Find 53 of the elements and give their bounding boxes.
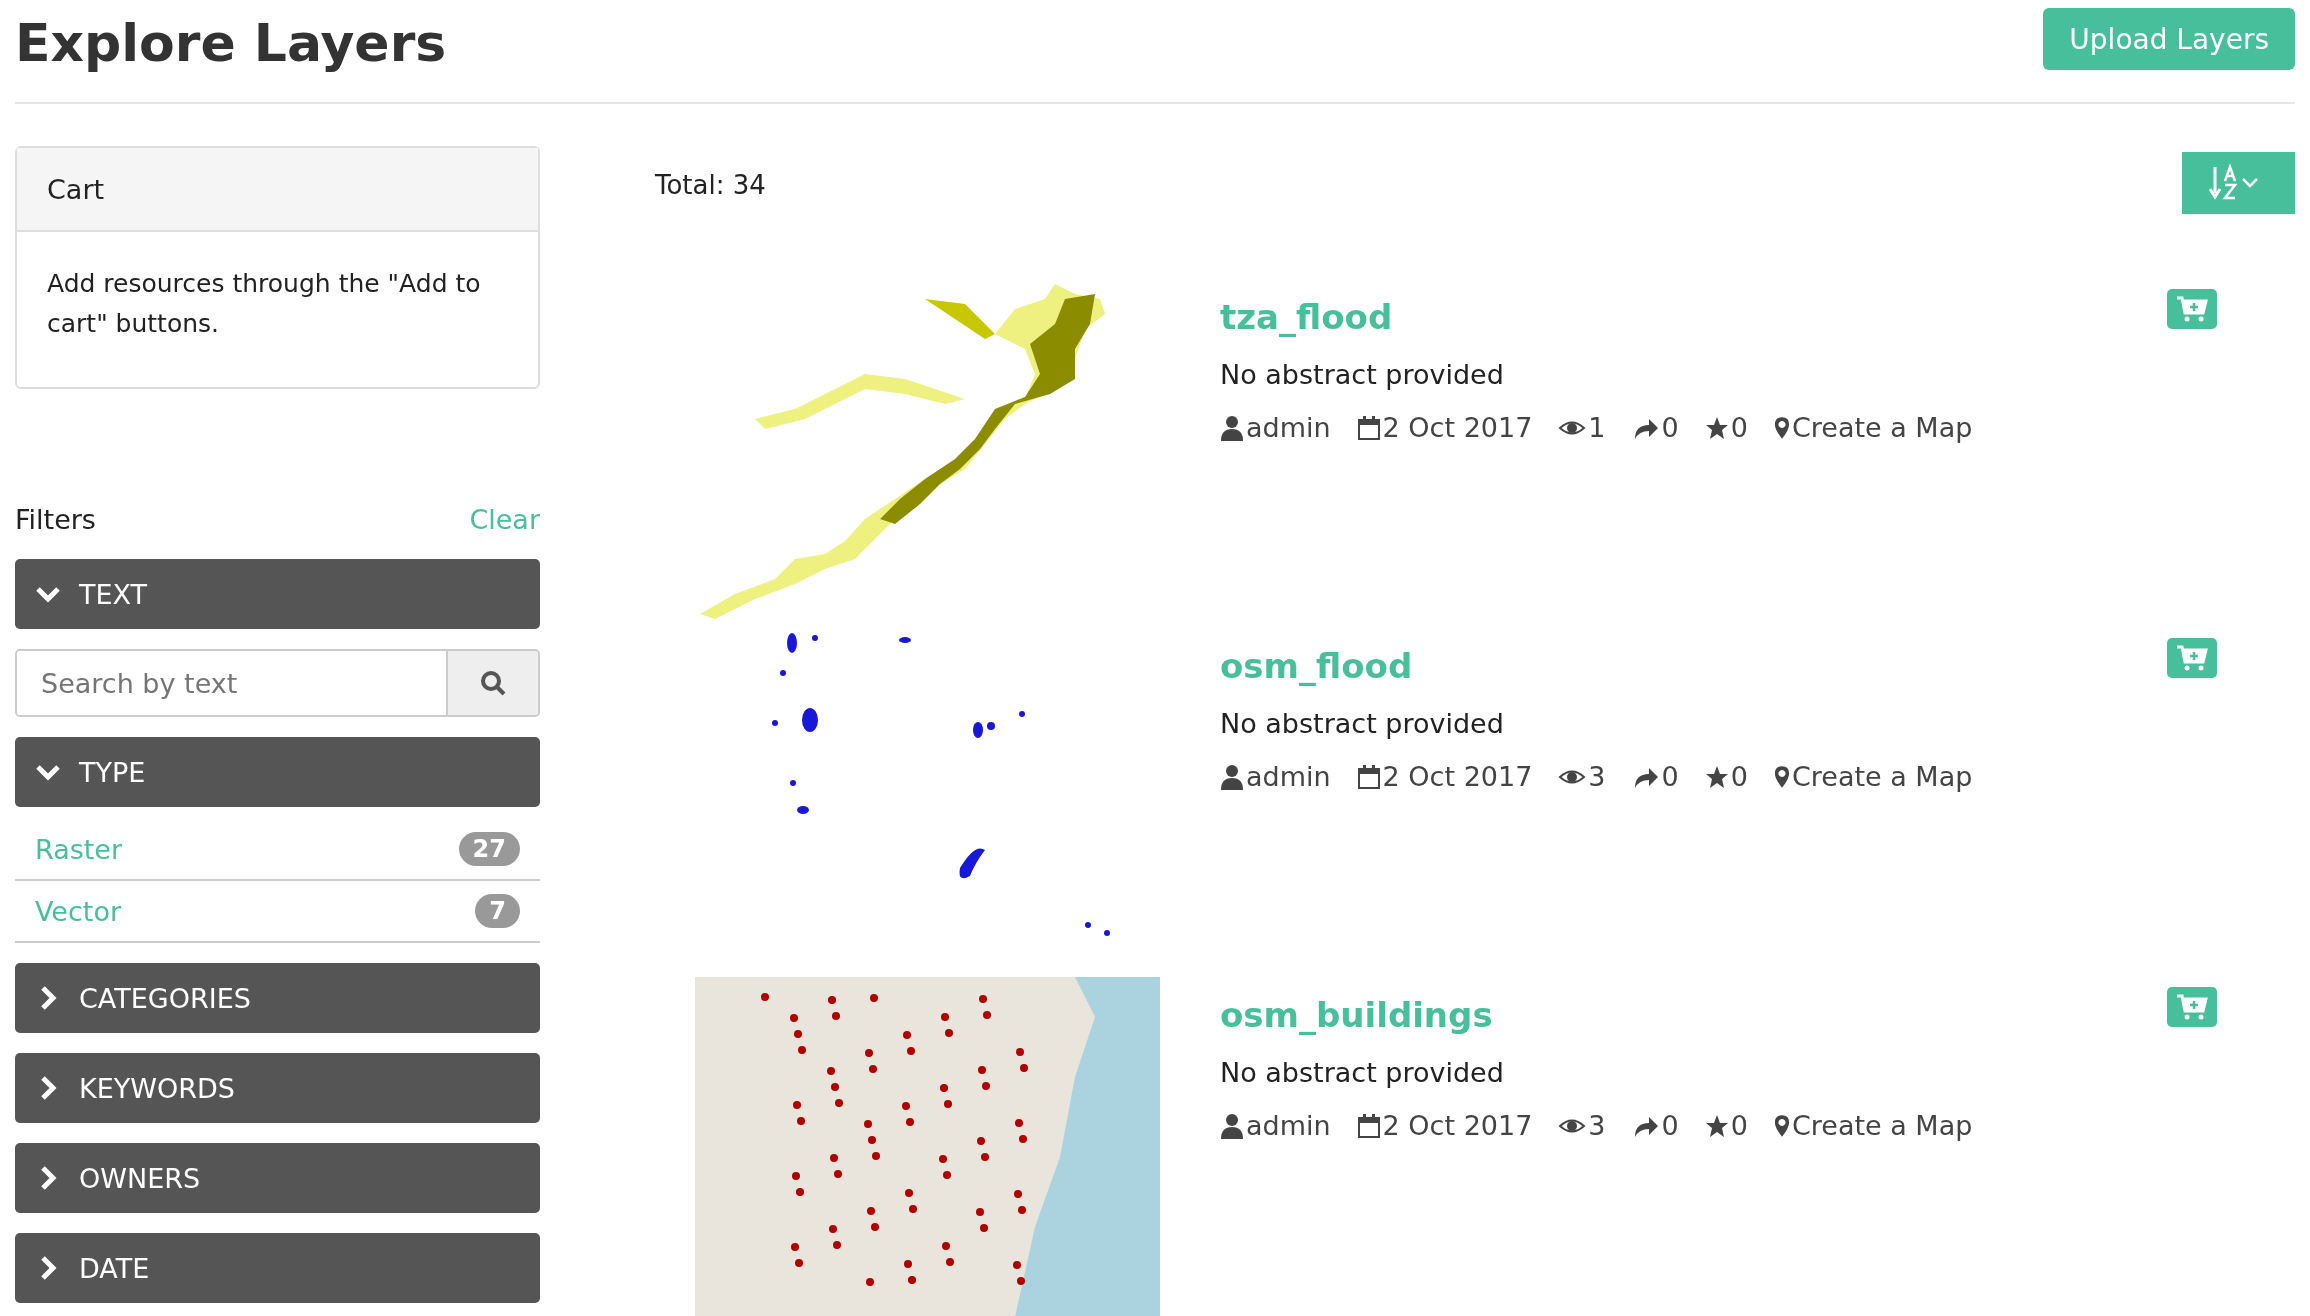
- share-count: 0: [1661, 1110, 1679, 1141]
- cart-title: Cart: [47, 173, 105, 205]
- view-count: 3: [1588, 761, 1606, 792]
- rating-count: 0: [1730, 761, 1748, 792]
- calendar-icon: [1356, 1112, 1381, 1139]
- cart-plus-icon: [2176, 644, 2208, 672]
- layer-abstract: No abstract provided: [1220, 708, 1505, 739]
- create-map-link[interactable]: Create a Map: [1791, 761, 1973, 792]
- share-count: 0: [1661, 761, 1679, 792]
- share-count: 0: [1661, 412, 1679, 443]
- calendar-icon: [1356, 763, 1381, 790]
- user-icon: [1220, 1112, 1244, 1139]
- create-map-link[interactable]: Create a Map: [1791, 412, 1973, 443]
- user-icon: [1220, 414, 1244, 441]
- create-map-link[interactable]: Create a Map: [1791, 1110, 1973, 1141]
- total-count: Total: 34: [655, 170, 766, 200]
- page-title: Explore Layers: [15, 12, 447, 75]
- rating-count: 0: [1730, 1110, 1748, 1141]
- filter-section-header[interactable]: CATEGORIES: [15, 963, 540, 1033]
- sort-button[interactable]: [2182, 152, 2295, 214]
- user-icon: [1220, 763, 1244, 790]
- add-to-cart-button[interactable]: [2167, 289, 2217, 329]
- add-to-cart-button[interactable]: [2167, 638, 2217, 678]
- filters-title: Filters: [15, 503, 96, 535]
- calendar-icon: [1356, 414, 1381, 441]
- count-badge: 27: [458, 832, 520, 866]
- add-to-cart-button[interactable]: [2167, 987, 2217, 1027]
- view-count: 3: [1588, 1110, 1606, 1141]
- view-count: 1: [1588, 412, 1606, 443]
- map-pin-icon: [1773, 763, 1790, 790]
- filter-section-header[interactable]: TYPE: [15, 737, 540, 807]
- search-field[interactable]: Search by text: [15, 649, 540, 717]
- map-pin-icon: [1773, 414, 1790, 441]
- owner-name: admin: [1246, 761, 1331, 792]
- search-button[interactable]: [446, 651, 538, 715]
- owner-name: admin: [1246, 1110, 1331, 1141]
- count-badge: 7: [475, 894, 520, 928]
- owner-name: admin: [1246, 412, 1331, 443]
- filter-section-header[interactable]: KEYWORDS: [15, 1053, 540, 1123]
- cart-message: Add resources through the "Add to cart" buttons.: [47, 269, 481, 338]
- search-icon: [479, 669, 507, 697]
- date-text: 2 Oct 2017: [1382, 761, 1533, 792]
- rating-count: 0: [1730, 412, 1748, 443]
- filter-section-header[interactable]: TEXT: [15, 559, 540, 629]
- map-pin-icon: [1773, 1112, 1790, 1139]
- cart-plus-icon: [2176, 295, 2208, 323]
- cart-plus-icon: [2176, 993, 2208, 1021]
- layer-abstract: No abstract provided: [1220, 1057, 1505, 1088]
- date-text: 2 Oct 2017: [1382, 412, 1533, 443]
- filter-section-header[interactable]: DATE: [15, 1233, 540, 1303]
- filter-section-header[interactable]: OWNERS: [15, 1143, 540, 1213]
- layer-abstract: No abstract provided: [1220, 359, 1505, 390]
- date-text: 2 Oct 2017: [1382, 1110, 1533, 1141]
